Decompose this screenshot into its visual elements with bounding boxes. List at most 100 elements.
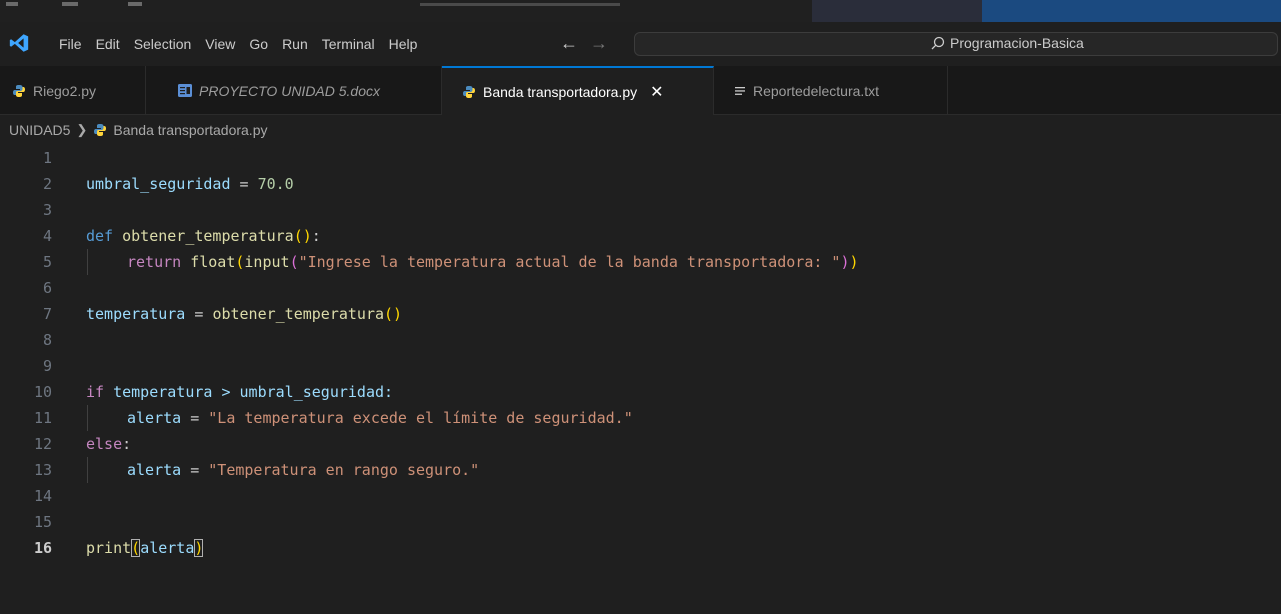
arrow-left-icon[interactable]: ← bbox=[560, 32, 578, 54]
token: if bbox=[86, 383, 105, 401]
token: obtener_temperatura bbox=[212, 305, 385, 323]
code-line: 9 bbox=[0, 353, 1281, 379]
token: alerta bbox=[127, 409, 182, 427]
tab-banda-transportadora[interactable]: Banda transportadora.py ✕ bbox=[442, 66, 714, 115]
menu-terminal[interactable]: Terminal bbox=[315, 35, 382, 53]
menu-go[interactable]: Go bbox=[242, 35, 275, 53]
line-number: 10 bbox=[33, 383, 52, 401]
menu-file[interactable]: File bbox=[52, 35, 89, 53]
token: temperatura bbox=[86, 305, 186, 323]
code-text: temperatura = obtener_temperatura() bbox=[86, 301, 402, 327]
indent-guide bbox=[87, 457, 88, 483]
code-text: alerta = "Temperatura en rango seguro." bbox=[127, 457, 479, 483]
breadcrumb-folder[interactable]: UNIDAD5 bbox=[9, 122, 70, 138]
line-number: 14 bbox=[33, 487, 52, 505]
line-number: 13 bbox=[33, 461, 52, 479]
code-line: 5 return float(input("Ingrese la tempera… bbox=[0, 249, 1281, 275]
code-text: return float(input("Ingrese la temperatu… bbox=[127, 249, 859, 275]
token: "Ingrese la temperatura actual de la ban… bbox=[298, 253, 841, 271]
window-icon bbox=[6, 2, 18, 6]
code-text: umbral_seguridad = 70.0 bbox=[86, 171, 294, 197]
vscode-logo-icon bbox=[9, 34, 29, 52]
window-top-strip bbox=[0, 0, 1281, 22]
code-line: 15 bbox=[0, 509, 1281, 535]
tab-label: PROYECTO UNIDAD 5.docx bbox=[199, 82, 381, 99]
token: umbral_seguridad bbox=[86, 175, 231, 193]
code-line: 14 bbox=[0, 483, 1281, 509]
title-bar: File Edit Selection View Go Run Terminal… bbox=[0, 22, 1281, 66]
close-icon[interactable]: ✕ bbox=[650, 82, 663, 102]
token: () bbox=[384, 305, 403, 323]
text-file-icon bbox=[735, 86, 745, 95]
code-text: print(alerta) bbox=[86, 535, 204, 561]
token: = bbox=[181, 461, 209, 479]
token: else bbox=[86, 435, 123, 453]
token: obtener_temperatura bbox=[122, 227, 294, 245]
arrow-right-icon[interactable]: → bbox=[590, 32, 608, 54]
token: : bbox=[311, 227, 321, 245]
token: temperatura > umbral_seguridad: bbox=[104, 383, 394, 401]
code-line: 11 alerta = "La temperatura excede el lí… bbox=[0, 405, 1281, 431]
tab-label: Riego2.py bbox=[33, 82, 97, 99]
token: ) bbox=[194, 539, 204, 557]
token: = bbox=[230, 175, 258, 193]
command-center-search[interactable]: Programacion-Basica bbox=[634, 32, 1278, 56]
tab-riego2[interactable]: Riego2.py bbox=[0, 66, 146, 115]
token: ) bbox=[849, 253, 859, 271]
code-line: 10 if temperatura > umbral_seguridad: bbox=[0, 379, 1281, 405]
code-text: def obtener_temperatura(): bbox=[86, 223, 321, 249]
line-number: 1 bbox=[42, 149, 52, 167]
chevron-right-icon: ❯ bbox=[76, 122, 88, 137]
code-line: 8 bbox=[0, 327, 1281, 353]
tab-proyecto-docx[interactable]: PROYECTO UNIDAD 5.docx bbox=[146, 66, 442, 115]
editor-tab-bar: Riego2.py PROYECTO UNIDAD 5.docx Banda t… bbox=[0, 66, 1281, 115]
token: 70.0 bbox=[257, 175, 294, 193]
workspace-name: Programacion-Basica bbox=[950, 35, 1084, 51]
nav-arrows: ← → bbox=[560, 32, 608, 54]
menu-edit[interactable]: Edit bbox=[89, 35, 127, 53]
line-number: 2 bbox=[42, 175, 52, 193]
token: alerta bbox=[127, 461, 182, 479]
search-icon bbox=[931, 36, 945, 50]
line-number: 5 bbox=[42, 253, 52, 271]
code-line: 1 bbox=[0, 145, 1281, 171]
token: = bbox=[181, 409, 209, 427]
menu-run[interactable]: Run bbox=[275, 35, 315, 53]
line-number: 7 bbox=[42, 305, 52, 323]
taskbar-highlight bbox=[982, 0, 1281, 22]
code-text: if temperatura > umbral_seguridad: bbox=[86, 379, 393, 405]
code-text: alerta = "La temperatura excede el límit… bbox=[127, 405, 633, 431]
line-number: 4 bbox=[42, 227, 52, 245]
code-text: else: bbox=[86, 431, 131, 457]
taskbar-highlight bbox=[812, 0, 982, 22]
line-number: 16 bbox=[33, 539, 52, 557]
code-line: 13 alerta = "Temperatura en rango seguro… bbox=[0, 457, 1281, 483]
code-line: 6 bbox=[0, 275, 1281, 301]
tab-label: Reportedelectura.txt bbox=[753, 82, 880, 99]
code-editor[interactable]: 1 2 umbral_seguridad = 70.0 3 4 def obte… bbox=[0, 145, 1281, 614]
token: float bbox=[190, 253, 236, 271]
python-file-icon bbox=[463, 85, 475, 98]
tab-label: Banda transportadora.py bbox=[483, 83, 638, 100]
token: def bbox=[86, 227, 114, 245]
token: input bbox=[244, 253, 290, 271]
breadcrumb-file[interactable]: Banda transportadora.py bbox=[113, 122, 267, 138]
token: alerta bbox=[140, 539, 195, 557]
token: "La temperatura excede el límite de segu… bbox=[208, 409, 633, 427]
menu-selection[interactable]: Selection bbox=[127, 35, 199, 53]
tab-reportedelectura[interactable]: Reportedelectura.txt bbox=[714, 66, 948, 115]
line-number: 6 bbox=[42, 279, 52, 297]
line-number: 9 bbox=[42, 357, 52, 375]
breadcrumb: UNIDAD5 ❯ Banda transportadora.py bbox=[0, 115, 267, 145]
token: = bbox=[185, 305, 213, 323]
indent-guide bbox=[87, 405, 88, 431]
token: ( bbox=[289, 253, 299, 271]
menu-view[interactable]: View bbox=[198, 35, 242, 53]
menu-help[interactable]: Help bbox=[382, 35, 425, 53]
code-line: 2 umbral_seguridad = 70.0 bbox=[0, 171, 1281, 197]
indent-guide bbox=[87, 249, 88, 275]
token: : bbox=[122, 435, 132, 453]
window-title-blur bbox=[420, 3, 620, 6]
token: () bbox=[293, 227, 312, 245]
